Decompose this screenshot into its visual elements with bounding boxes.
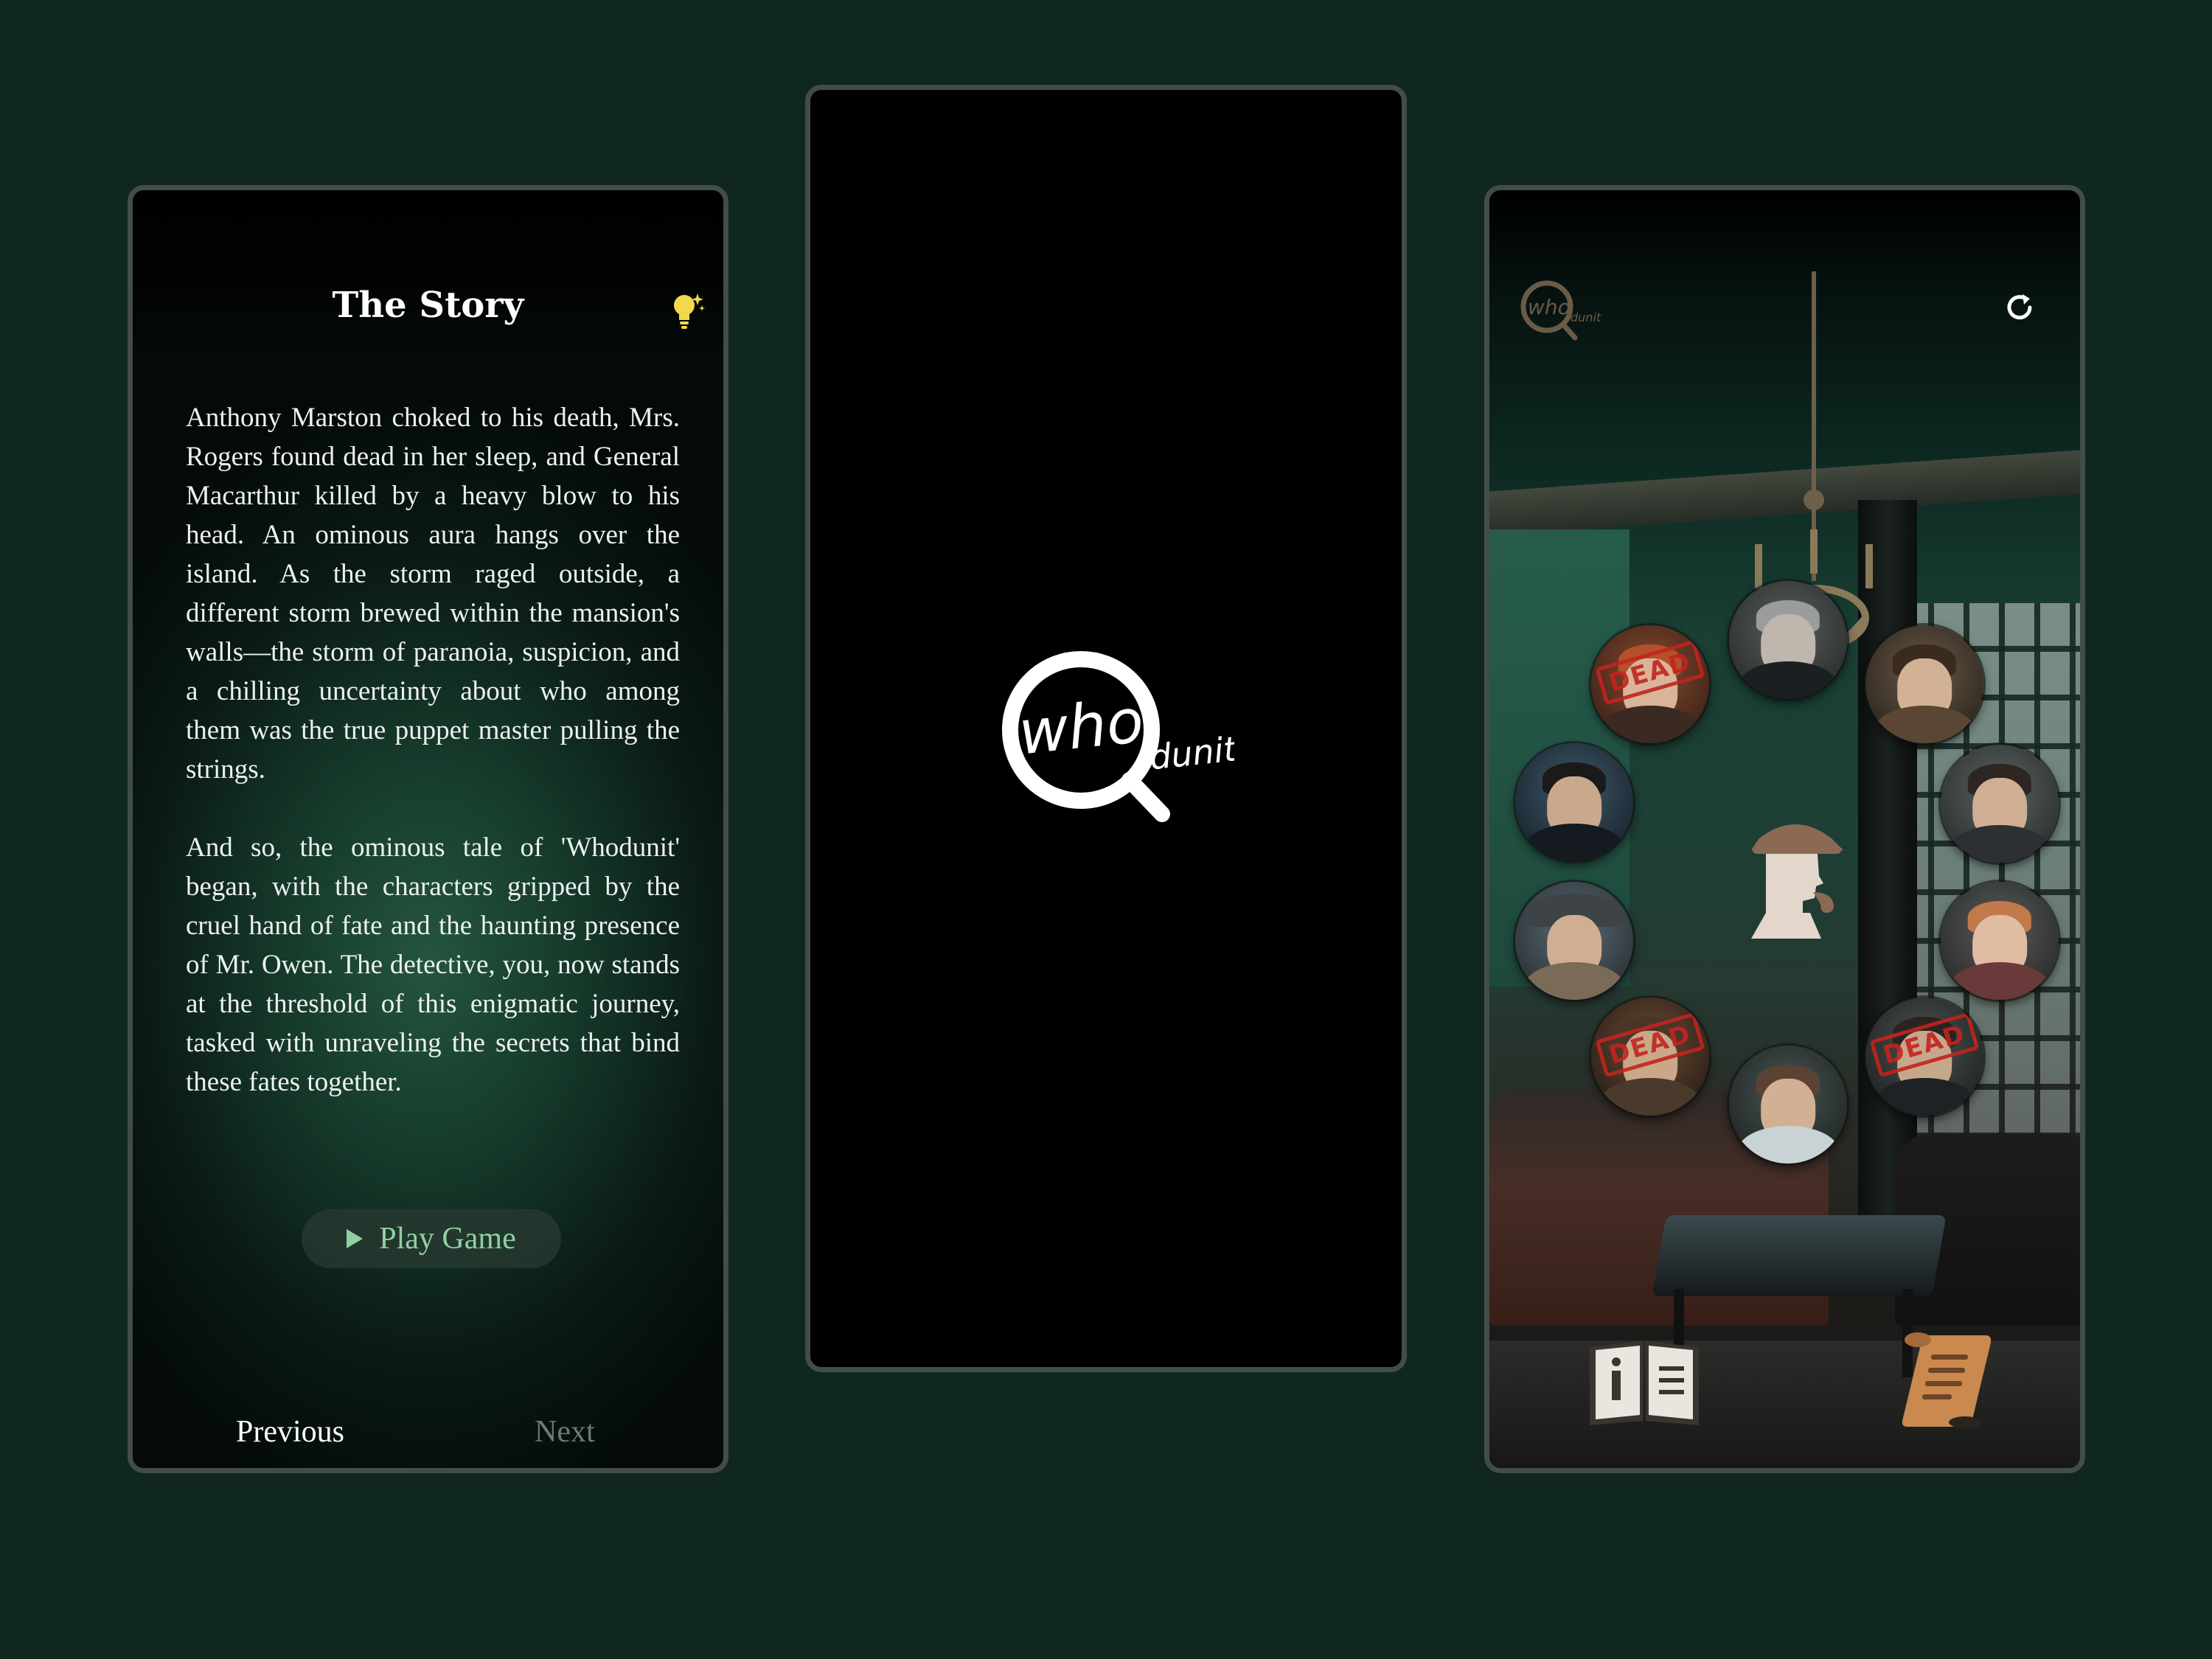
room-screen: who dunit DEAD DEAD DEAD [1484, 185, 2085, 1473]
story-top-fade [133, 190, 723, 352]
portrait-body [1874, 1077, 1975, 1116]
portrait-body [1874, 705, 1975, 743]
scroll-icon[interactable] [1899, 1329, 1994, 1429]
lightbulb-icon[interactable] [669, 291, 706, 332]
character-portrait-5[interactable] [1941, 745, 2059, 863]
portrait-body [1523, 823, 1625, 861]
whodunit-logo: who dunit [1002, 651, 1234, 822]
character-portrait-1[interactable]: DEAD [1591, 625, 1709, 743]
previous-button[interactable]: Previous [236, 1414, 344, 1450]
story-body: Anthony Marston choked to his death, Mrs… [186, 398, 680, 1141]
story-title: The Story [332, 285, 524, 326]
portrait-body [1737, 661, 1839, 699]
portrait-body [1949, 961, 2051, 1000]
next-button[interactable]: Next [535, 1414, 595, 1450]
character-portrait-10[interactable]: DEAD [1865, 998, 1983, 1116]
room-table [1652, 1215, 1947, 1296]
character-portrait-4[interactable] [1515, 743, 1633, 861]
portrait-body [1599, 705, 1701, 743]
splash-screen: who dunit [805, 85, 1407, 1372]
portrait-body [1523, 961, 1625, 1000]
portrait-body [1949, 824, 2051, 863]
logo-dunit-text: dunit [1571, 310, 1601, 324]
guidebook-icon[interactable] [1585, 1337, 1703, 1425]
room-floor [1489, 1340, 2080, 1468]
play-game-button[interactable]: Play Game [302, 1209, 561, 1268]
story-paragraph-2: And so, the ominous tale of 'Whodunit' b… [186, 832, 680, 1097]
portrait-body [1599, 1077, 1701, 1116]
character-portrait-9[interactable] [1729, 1046, 1847, 1164]
detective-icon[interactable] [1736, 810, 1854, 942]
character-portrait-8[interactable]: DEAD [1591, 998, 1709, 1116]
portrait-body [1737, 1125, 1839, 1164]
character-portrait-2[interactable] [1729, 581, 1847, 699]
story-paragraph-1: Anthony Marston choked to his death, Mrs… [186, 403, 680, 785]
play-icon [347, 1229, 364, 1248]
play-game-label: Play Game [379, 1222, 516, 1256]
logo-who-text: who [1015, 686, 1147, 768]
character-portrait-6[interactable] [1515, 882, 1633, 1000]
logo-who-text: who [1528, 295, 1571, 319]
refresh-icon[interactable] [2002, 290, 2037, 325]
whodunit-logo-small[interactable]: who dunit [1516, 277, 1604, 348]
story-screen: The Story Anthony Marston choked to his … [128, 185, 728, 1473]
logo-dunit-text: dunit [1148, 728, 1234, 777]
character-portrait-7[interactable] [1941, 882, 2059, 1000]
character-portrait-3[interactable] [1865, 625, 1983, 743]
